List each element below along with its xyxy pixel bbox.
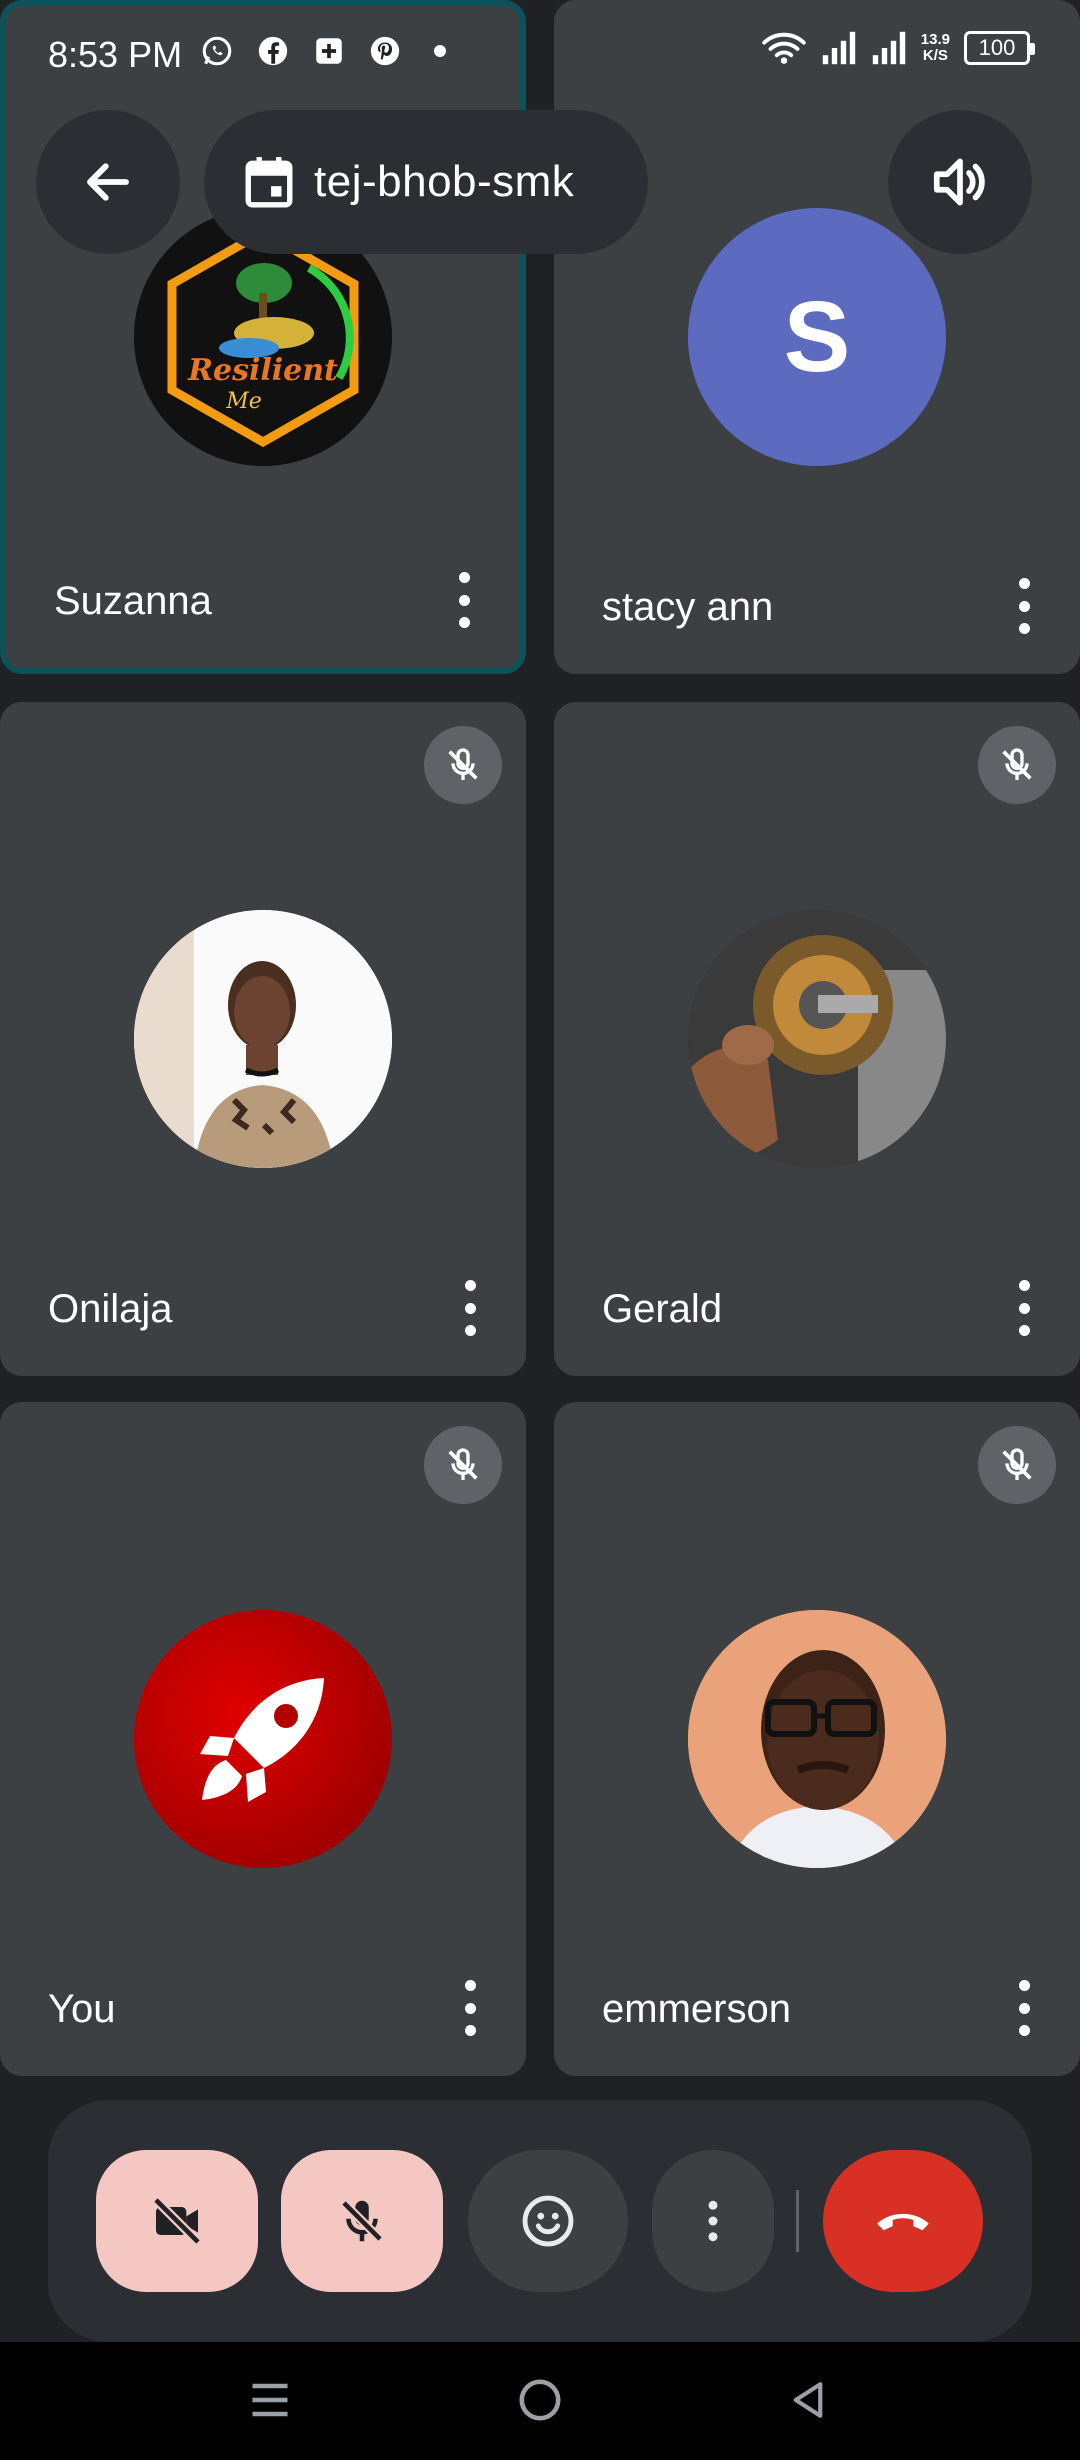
mic-off-icon	[1002, 1448, 1032, 1480]
network-speed-unit: K/S	[922, 47, 948, 64]
home-button[interactable]	[510, 2370, 570, 2430]
wifi-icon	[762, 32, 806, 64]
participant-options-button[interactable]	[462, 1980, 478, 2036]
avatar: S	[688, 208, 946, 466]
audio-output-button[interactable]	[888, 110, 1032, 254]
avatar	[134, 1610, 392, 1868]
home-circle-icon	[519, 2379, 561, 2421]
calendar-add-icon	[316, 38, 342, 64]
calendar-icon	[245, 157, 293, 208]
photo-motor-coil	[688, 910, 946, 1168]
photo-woman	[134, 910, 392, 1168]
meeting-info-button[interactable]: tej-bhob-smk	[204, 110, 648, 254]
avatar	[134, 910, 392, 1168]
microphone-toggle-button[interactable]	[281, 2150, 443, 2292]
arrow-left-icon	[87, 163, 129, 201]
status-bar: 8:53 PM 13.9 K/S 100	[0, 0, 1080, 110]
participant-options-button[interactable]	[1016, 1980, 1032, 2036]
battery-icon: 100	[964, 31, 1035, 65]
meeting-code: tej-bhob-smk	[314, 157, 575, 206]
controls-divider	[796, 2190, 799, 2252]
emoji-icon	[522, 2195, 574, 2247]
avatar-initial: S	[783, 280, 851, 393]
avatar	[688, 910, 946, 1168]
more-notifications-dot	[434, 45, 446, 57]
mic-off-indicator	[978, 726, 1056, 804]
participant-options-button[interactable]	[456, 572, 472, 628]
mic-off-indicator	[424, 1426, 502, 1504]
mic-off-indicator	[978, 1426, 1056, 1504]
participant-name: stacy ann	[602, 585, 774, 629]
call-controls	[48, 2100, 1032, 2342]
participant-name: Onilaja	[48, 1287, 173, 1331]
battery-level: 100	[978, 35, 1016, 60]
back-triangle-icon	[793, 2382, 823, 2418]
system-back-button[interactable]	[778, 2370, 838, 2430]
participant-name: Gerald	[602, 1287, 723, 1331]
status-time: 8:53 PM	[48, 34, 183, 75]
end-call-button[interactable]	[823, 2150, 983, 2292]
speaker-volume-icon	[933, 158, 985, 206]
mic-off-icon	[448, 748, 478, 780]
participant-options-button[interactable]	[462, 1280, 478, 1336]
system-status-icons: 13.9 K/S 100	[761, 30, 1035, 66]
participant-options-button[interactable]	[1016, 578, 1032, 634]
more-vertical-icon	[708, 2200, 718, 2242]
rocket-icon	[200, 1678, 324, 1802]
mic-off-icon	[340, 2199, 384, 2243]
participant-name: You	[48, 1987, 116, 2031]
pinterest-icon	[370, 36, 400, 66]
avatar	[688, 1610, 946, 1868]
participant-name: emmerson	[602, 1987, 791, 2031]
svg-text:Resilient: Resilient	[187, 353, 338, 388]
system-navigation-bar	[0, 2342, 1080, 2460]
video-off-icon	[152, 2196, 202, 2246]
participant-tile-onilaja[interactable]: Onilaja	[0, 702, 526, 1376]
mic-off-icon	[1002, 748, 1032, 780]
mic-off-indicator	[424, 726, 502, 804]
network-speed-value: 13.9	[920, 31, 950, 48]
participant-name: Suzanna	[54, 579, 212, 623]
back-button[interactable]	[36, 110, 180, 254]
end-call-icon	[877, 2213, 929, 2231]
signal-icon	[822, 31, 855, 65]
reactions-button[interactable]	[468, 2150, 628, 2292]
signal-icon	[872, 31, 905, 65]
participant-options-button[interactable]	[1016, 1280, 1032, 1336]
participant-tile-gerald[interactable]: Gerald	[554, 702, 1080, 1376]
network-speed: 13.9 K/S	[921, 32, 950, 64]
svg-text:Me: Me	[225, 389, 262, 414]
notification-icons	[200, 34, 446, 68]
recents-button[interactable]	[240, 2370, 300, 2430]
participant-tile-emmerson[interactable]: emmerson	[554, 1402, 1080, 2076]
whatsapp-icon	[202, 36, 232, 66]
facebook-icon	[258, 36, 288, 66]
mic-off-icon	[448, 1448, 478, 1480]
photo-man-glasses	[688, 1610, 946, 1868]
camera-toggle-button[interactable]	[96, 2150, 258, 2292]
more-options-button[interactable]	[652, 2150, 774, 2292]
participant-tile-you[interactable]: You	[0, 1402, 526, 2076]
menu-lines-icon	[252, 2383, 288, 2417]
